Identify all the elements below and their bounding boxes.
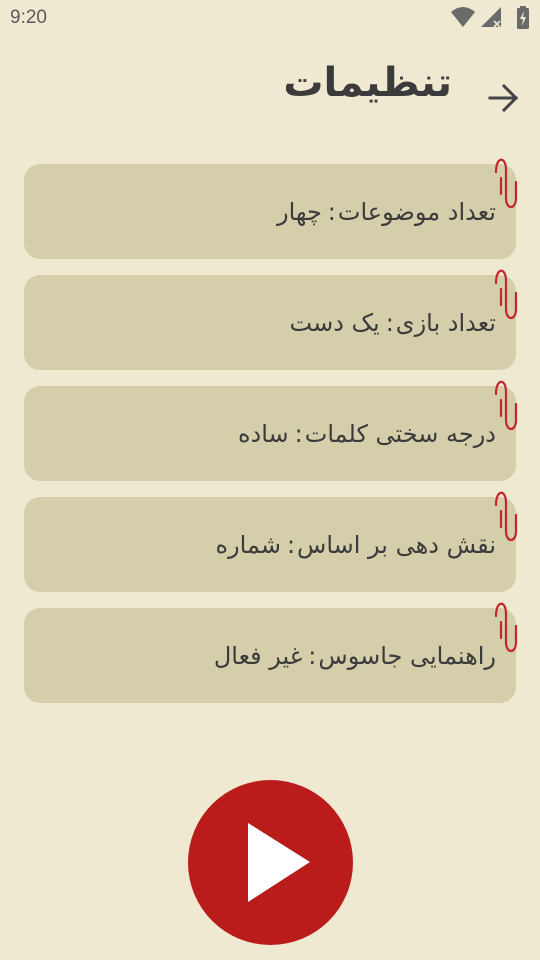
paperclip-icon — [494, 158, 518, 209]
setting-separator: : — [308, 642, 317, 670]
setting-value: غیر فعال — [213, 642, 303, 670]
back-button[interactable] — [482, 76, 526, 120]
wifi-icon — [451, 7, 475, 27]
signal-icon — [481, 7, 501, 28]
play-icon — [248, 823, 310, 902]
paperclip-icon — [494, 380, 518, 431]
setting-label: تعداد بازی — [395, 309, 496, 337]
status-time: 9:20 — [10, 7, 47, 28]
setting-value: شماره — [215, 531, 281, 559]
paperclip-icon — [494, 602, 518, 653]
paperclip-icon — [494, 269, 518, 320]
status-bar: 9:20 — [0, 0, 540, 36]
page-title: تنظیمات — [283, 60, 452, 106]
setting-spy-hint[interactable]: راهنمایی جاسوس:غیر فعال — [24, 602, 518, 703]
setting-value: ساده — [237, 420, 289, 448]
setting-separator: : — [294, 420, 303, 448]
header: تنظیمات — [0, 52, 540, 132]
battery-charging-icon — [517, 6, 529, 29]
setting-label: درجه سختی کلمات — [304, 420, 496, 448]
setting-label: راهنمایی جاسوس — [318, 642, 496, 670]
setting-games-count[interactable]: تعداد بازی:یک دست — [24, 269, 518, 370]
play-button[interactable] — [188, 780, 353, 945]
setting-separator: : — [385, 309, 394, 337]
setting-word-difficulty[interactable]: درجه سختی کلمات:ساده — [24, 380, 518, 481]
setting-label: تعداد موضوعات — [337, 198, 496, 226]
arrow-right-icon — [488, 83, 519, 113]
setting-topics-count[interactable]: تعداد موضوعات:چهار — [24, 158, 518, 259]
paperclip-icon — [494, 491, 518, 542]
setting-value: چهار — [276, 198, 322, 226]
setting-role-assignment[interactable]: نقش دهی بر اساس:شماره — [24, 491, 518, 592]
setting-label: نقش دهی بر اساس — [297, 531, 496, 559]
setting-separator: : — [286, 531, 296, 559]
setting-value: یک دست — [289, 309, 380, 337]
setting-separator: : — [327, 198, 336, 226]
